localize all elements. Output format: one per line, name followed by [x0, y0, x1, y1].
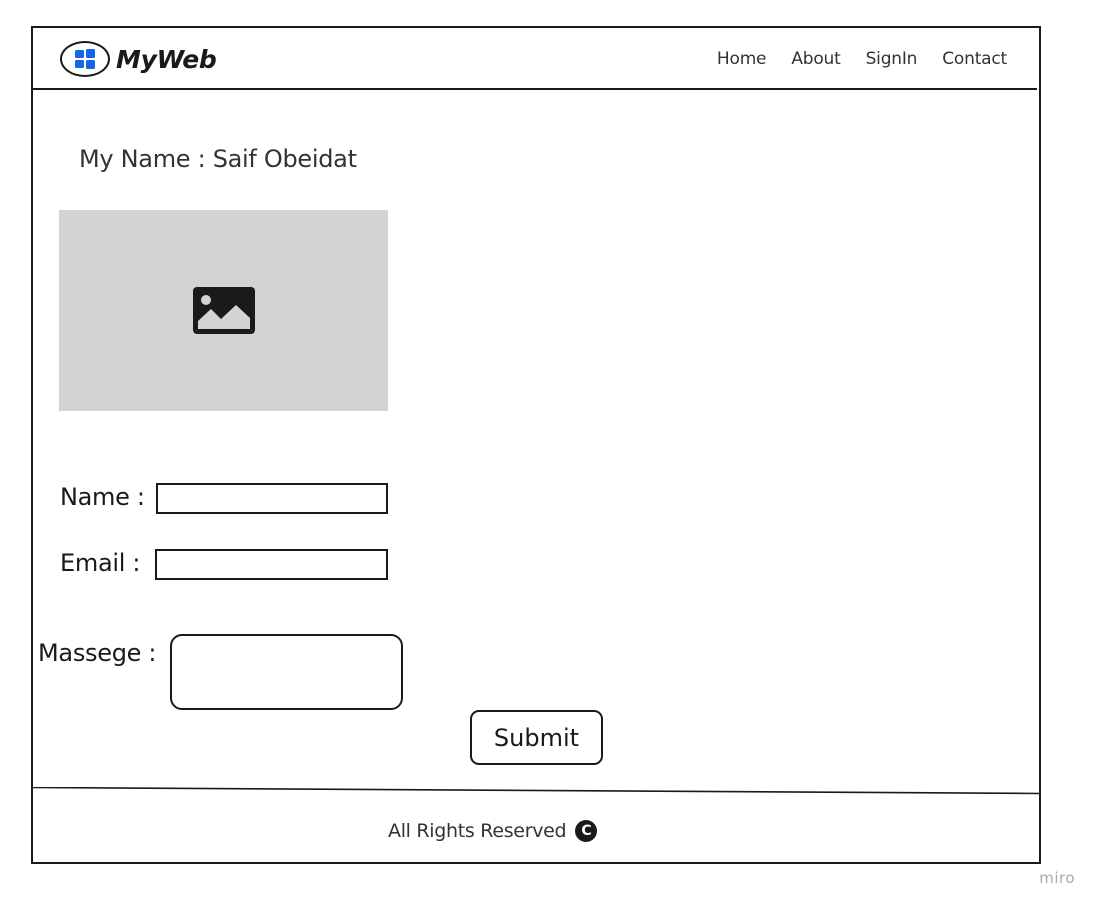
windows-logo-icon: [60, 41, 110, 77]
profile-image-placeholder: [59, 210, 388, 411]
miro-watermark: miro: [1039, 869, 1075, 887]
footer: All Rights Reserved C: [388, 820, 598, 842]
email-label: Email :: [60, 549, 141, 577]
nav-signin[interactable]: SignIn: [866, 49, 918, 69]
message-textarea[interactable]: [170, 634, 403, 710]
submit-button[interactable]: Submit: [470, 710, 603, 765]
header-divider: [33, 88, 1037, 90]
copyright-icon: C: [575, 820, 598, 842]
my-name-heading: My Name : Saif Obeidat: [79, 145, 357, 173]
logo[interactable]: MyWeb: [60, 41, 217, 77]
name-label: Name :: [60, 483, 145, 511]
nav-contact[interactable]: Contact: [942, 49, 1007, 69]
message-label: Massege :: [38, 639, 157, 667]
nav-about[interactable]: About: [791, 49, 840, 69]
image-placeholder-icon: [192, 287, 255, 334]
main-nav: Home About SignIn Contact: [692, 49, 1007, 69]
nav-home[interactable]: Home: [717, 49, 767, 69]
email-input[interactable]: [155, 549, 388, 580]
footer-divider: [33, 787, 1041, 795]
footer-text: All Rights Reserved: [388, 820, 567, 842]
name-input[interactable]: [156, 483, 388, 514]
brand-name: MyWeb: [116, 44, 217, 74]
